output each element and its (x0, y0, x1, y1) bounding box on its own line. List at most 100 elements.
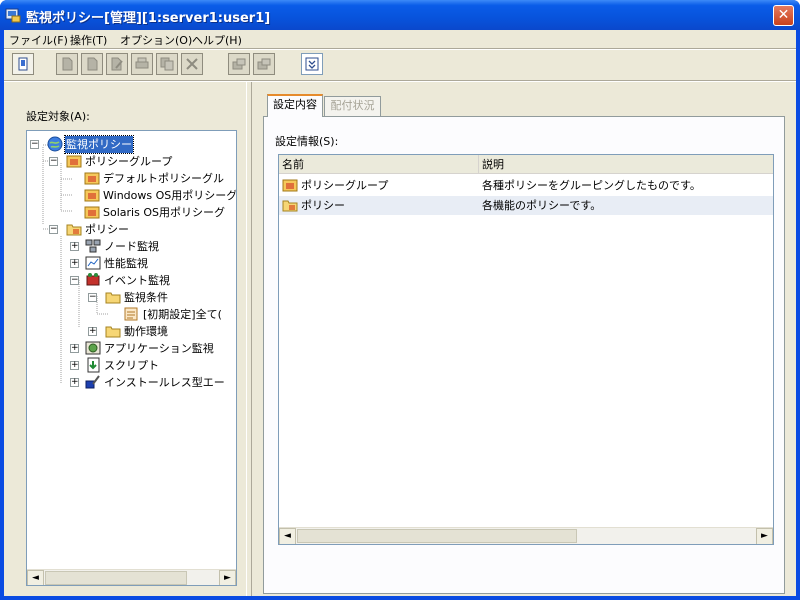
item-name: ポリシー (301, 199, 345, 212)
edit-icon (111, 57, 123, 71)
target-label: 設定対象(A): (26, 110, 90, 123)
list-item[interactable]: ポリシーグループ 各種ポリシーをグルーピングしたものです。 (279, 176, 773, 195)
tree-node-label: イベント監視 (104, 274, 170, 287)
print-icon (135, 57, 149, 69)
menu-file[interactable]: ファイル(F) (9, 32, 68, 48)
expand-icon[interactable]: + (70, 361, 79, 370)
list-item[interactable]: ポリシー 各機能のポリシーです。 (279, 196, 773, 215)
collapse-icon[interactable]: − (70, 276, 79, 285)
collapse-icon[interactable]: − (49, 225, 58, 234)
scroll-thumb[interactable] (45, 571, 187, 585)
duplicate-button[interactable] (156, 53, 178, 75)
tree-node-agentless[interactable]: + インストールレス型エー (27, 374, 236, 391)
tree-node-windows-policy-group[interactable]: Windows OS用ポリシーグ (27, 187, 237, 204)
tree-node-policy-group[interactable]: − ポリシーグループ (27, 153, 236, 170)
scroll-right-button[interactable]: ► (219, 570, 236, 585)
tree-node-label: Solaris OS用ポリシーグ (103, 206, 225, 219)
item-description: 各種ポリシーをグルーピングしたものです。 (482, 179, 701, 192)
tree-node-event-monitor[interactable]: − イベント監視 (27, 272, 236, 289)
tab-distribution-status[interactable]: 配付状況 (324, 96, 381, 116)
distribute-icon (232, 58, 246, 70)
menu-operation[interactable]: 操作(T) (70, 32, 107, 48)
tree-node-monitoring-policy[interactable]: − 監視ポリシー (27, 135, 236, 154)
distribute-all-icon (257, 58, 271, 70)
item-description: 各機能のポリシーです。 (482, 199, 602, 212)
menu-bar: ファイル(F) 操作(T) オプション(O) ヘルプ(H) (4, 30, 796, 48)
tree-node-script[interactable]: + スクリプト (27, 357, 236, 374)
tree-node-operating-environment[interactable]: + 動作環境 (27, 323, 236, 340)
tree-node-label: アプリケーション監視 (104, 342, 214, 355)
menu-help[interactable]: ヘルプ(H) (192, 32, 242, 48)
scroll-right-button[interactable]: ► (756, 528, 773, 544)
duplicate-icon (160, 57, 174, 71)
title-bar[interactable]: 監視ポリシー[管理][1:server1:user1] ✕ (0, 0, 800, 30)
right-pane: 設定内容 配付状況 設定情報(S): 名前 説明 ポリシーグループ 各種ポリシー… (252, 82, 796, 596)
event-monitor-icon (86, 273, 100, 286)
edit-button[interactable] (106, 53, 128, 75)
tree-node-label: ポリシーグループ (85, 155, 173, 168)
tree-node-label: ノード監視 (104, 240, 159, 253)
performance-monitor-icon (85, 256, 101, 270)
policy-folder-icon (282, 200, 298, 212)
window-title: 監視ポリシー[管理][1:server1:user1] (26, 11, 271, 26)
node-monitor-icon (85, 239, 101, 253)
tree-node-performance-monitor[interactable]: + 性能監視 (27, 255, 236, 272)
expand-icon[interactable]: + (70, 242, 79, 251)
distribute-all-button[interactable] (253, 53, 275, 75)
scroll-left-button[interactable]: ◄ (27, 570, 44, 585)
tree-node-label: スクリプト (104, 359, 159, 372)
close-icon: ✕ (777, 7, 790, 23)
folder-icon (105, 326, 121, 338)
settings-list[interactable]: 名前 説明 ポリシーグループ 各種ポリシーをグルーピングしたものです。 ポリシー… (278, 154, 774, 545)
expand-icon[interactable]: + (70, 259, 79, 268)
list-horizontal-scrollbar[interactable]: ◄ ► (279, 527, 773, 544)
tree-node-label: 動作環境 (124, 325, 168, 338)
tab-settings[interactable]: 設定内容 (267, 94, 323, 117)
toolbar (4, 50, 796, 80)
copy-button[interactable] (81, 53, 103, 75)
scroll-left-button[interactable]: ◄ (279, 528, 296, 544)
print-button[interactable] (131, 53, 153, 75)
tree-node-solaris-policy-group[interactable]: Solaris OS用ポリシーグ (27, 204, 236, 221)
policy-folder-icon (66, 224, 82, 236)
distribute-button[interactable] (228, 53, 250, 75)
tree-node-policy[interactable]: − ポリシー (27, 221, 236, 238)
client-area: ファイル(F) 操作(T) オプション(O) ヘルプ(H) 設定対象(A): −… (4, 30, 796, 596)
menu-options[interactable]: オプション(O) (120, 32, 192, 48)
column-description[interactable]: 説明 (479, 155, 773, 174)
app-icon (5, 8, 21, 23)
delete-button[interactable] (181, 53, 203, 75)
tree-node-label: Windows OS用ポリシーグ (103, 189, 237, 202)
globe-icon (47, 136, 63, 152)
new-button[interactable] (56, 53, 78, 75)
tree-node-monitor-condition[interactable]: − 監視条件 (27, 289, 236, 306)
column-name[interactable]: 名前 (279, 155, 479, 174)
tree-node-label: ポリシー (85, 223, 129, 236)
tree-node-default-policy-group[interactable]: デフォルトポリシーグル (27, 170, 236, 187)
tree-node-default-condition[interactable]: [初期設定]全て( (27, 306, 236, 323)
tree-node-node-monitor[interactable]: + ノード監視 (27, 238, 236, 255)
condition-icon (124, 307, 138, 321)
scroll-thumb[interactable] (297, 529, 577, 543)
expand-button[interactable] (301, 53, 323, 75)
tree-horizontal-scrollbar[interactable]: ◄ ► (27, 569, 236, 585)
close-button[interactable]: ✕ (773, 5, 794, 26)
collapse-icon[interactable]: − (88, 293, 97, 302)
app-window: 監視ポリシー[管理][1:server1:user1] ✕ ファイル(F) 操作… (0, 0, 800, 600)
tree-node-application-monitor[interactable]: + アプリケーション監視 (27, 340, 236, 357)
tree-view[interactable]: − 監視ポリシー − ポリシーグループ デフォルトポリシーグル Windows … (26, 130, 237, 586)
collapse-icon[interactable]: − (49, 157, 58, 166)
collapse-icon[interactable]: − (30, 140, 39, 149)
open-icon (18, 57, 28, 71)
copy-icon (87, 57, 98, 71)
open-button[interactable] (12, 53, 34, 75)
tree-node-label: 監視条件 (124, 291, 168, 304)
expand-icon[interactable]: + (70, 378, 79, 387)
policy-group-icon (84, 172, 100, 185)
policy-group-icon (282, 179, 298, 192)
expand-icon[interactable]: + (70, 344, 79, 353)
script-icon (87, 357, 100, 373)
tree-node-label: 性能監視 (104, 257, 148, 270)
expand-icon[interactable]: + (88, 327, 97, 336)
tab-panel: 設定情報(S): 名前 説明 ポリシーグループ 各種ポリシーをグルーピングしたも… (263, 116, 785, 594)
